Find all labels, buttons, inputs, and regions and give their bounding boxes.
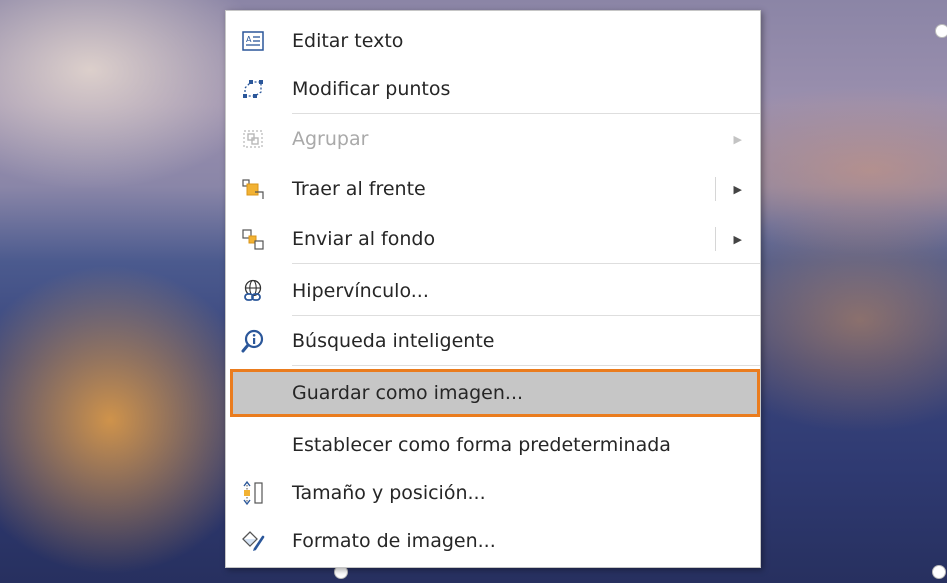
set-default-icon-placeholder	[226, 421, 280, 469]
edit-points-icon	[226, 65, 280, 113]
save-as-picture-icon-placeholder	[226, 369, 280, 417]
submenu-arrow-icon[interactable]: ▶	[734, 215, 742, 263]
submenu-arrow-icon: ▶	[733, 132, 742, 146]
svg-text:A: A	[246, 35, 252, 44]
menu-item-save-as-picture[interactable]: Guardar como imagen...	[226, 369, 760, 417]
menu-item-send-to-back[interactable]: Enviar al fondo ▶	[226, 215, 760, 263]
smart-lookup-icon	[226, 317, 280, 365]
menu-item-label: Establecer como forma predeterminada	[292, 434, 671, 456]
hyperlink-icon	[226, 267, 280, 315]
menu-item-label: Formato de imagen...	[292, 530, 496, 552]
menu-item-size-position[interactable]: Tamaño y posición...	[226, 469, 760, 517]
menu-item-label: Hipervínculo...	[292, 280, 429, 302]
send-to-back-icon	[226, 215, 280, 263]
menu-item-label: Tamaño y posición...	[292, 482, 486, 504]
context-menu: A Editar texto Modificar puntos Agrupar …	[225, 10, 761, 568]
menu-item-format-picture[interactable]: Formato de imagen...	[226, 517, 760, 565]
menu-separator	[292, 315, 760, 316]
menu-item-edit-points[interactable]: Modificar puntos	[226, 65, 760, 113]
submenu-divider	[715, 227, 716, 251]
menu-item-smart-lookup[interactable]: Búsqueda inteligente	[226, 317, 760, 365]
size-position-icon	[226, 469, 280, 517]
resize-handle-bottom-right[interactable]	[932, 565, 946, 579]
menu-separator	[292, 263, 760, 264]
menu-item-label: Búsqueda inteligente	[292, 330, 495, 352]
resize-handle-top-right[interactable]	[935, 24, 947, 38]
submenu-divider	[715, 177, 716, 201]
menu-separator	[292, 113, 760, 114]
menu-separator	[292, 365, 760, 366]
menu-item-label: Agrupar	[292, 128, 369, 150]
menu-item-label: Modificar puntos	[292, 78, 451, 100]
menu-item-bring-to-front[interactable]: Traer al frente ▶	[226, 165, 760, 213]
submenu-arrow-icon[interactable]: ▶	[734, 165, 742, 213]
edit-text-icon: A	[226, 17, 280, 65]
group-icon	[226, 115, 280, 163]
menu-item-set-default-shape[interactable]: Establecer como forma predeterminada	[226, 421, 760, 469]
menu-item-label: Enviar al fondo	[292, 228, 436, 250]
menu-item-hyperlink[interactable]: Hipervínculo...	[226, 267, 760, 315]
menu-item-label: Editar texto	[292, 30, 404, 52]
menu-item-label: Guardar como imagen...	[292, 382, 524, 404]
format-picture-icon	[226, 517, 280, 565]
bring-to-front-icon	[226, 165, 280, 213]
menu-item-group: Agrupar ▶	[226, 115, 760, 163]
menu-item-edit-text[interactable]: A Editar texto	[226, 17, 760, 65]
menu-item-label: Traer al frente	[292, 178, 426, 200]
